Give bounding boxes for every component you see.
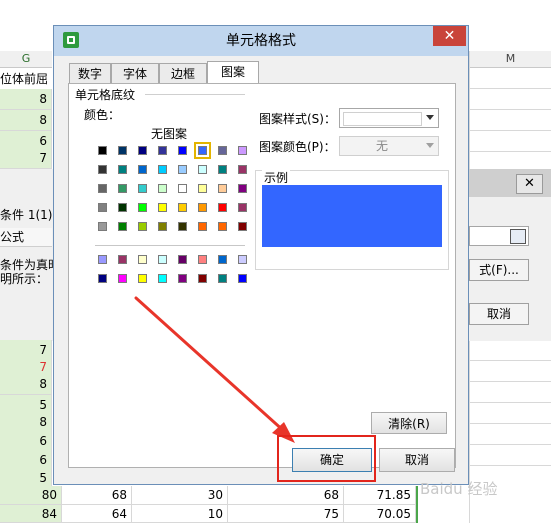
highlight-box	[277, 435, 376, 482]
watermark-text: Baidu 经验	[420, 480, 498, 498]
annotation-arrow	[134, 296, 295, 443]
watermark: Baidu 经验	[420, 478, 550, 518]
